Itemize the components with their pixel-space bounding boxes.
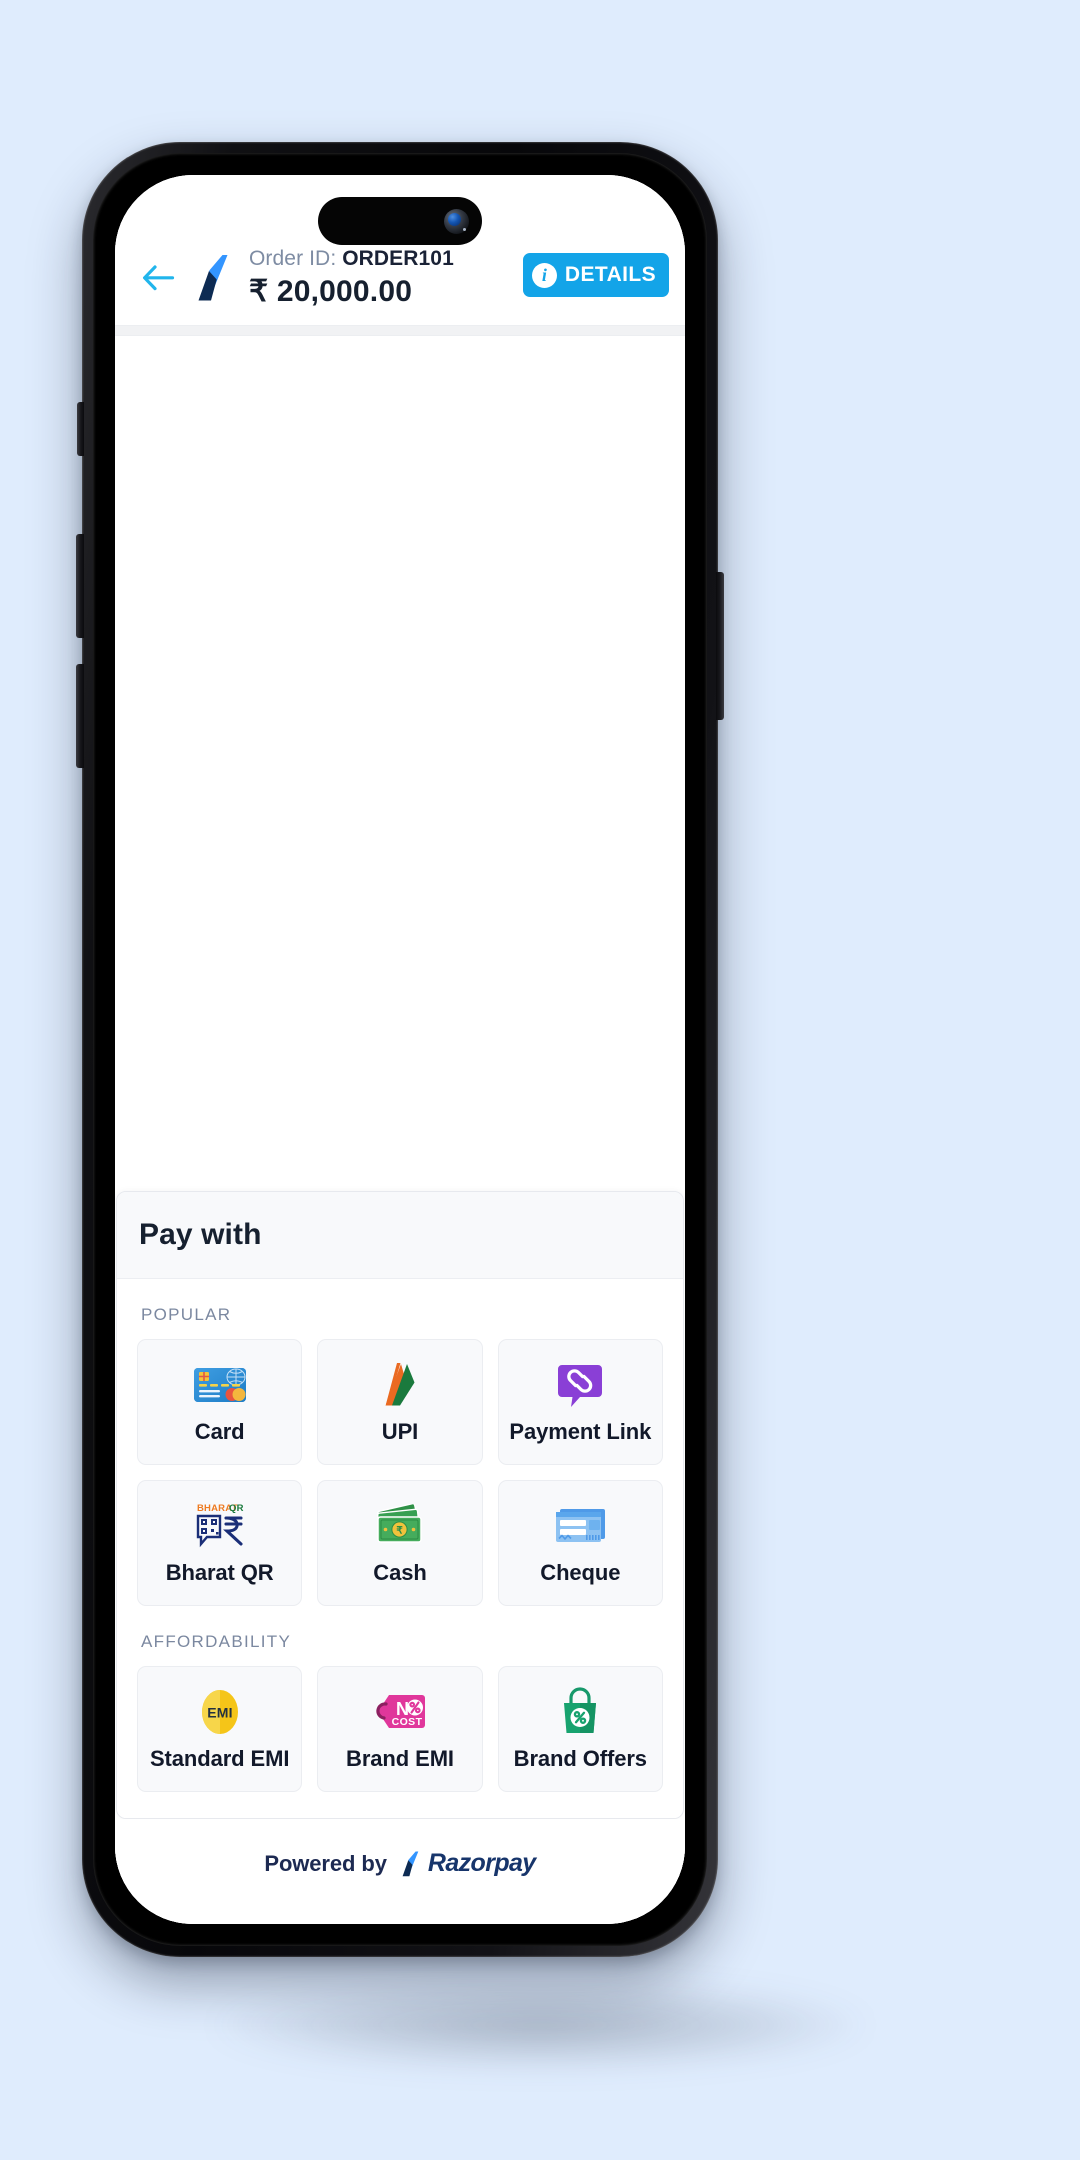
method-label: Payment Link	[509, 1419, 652, 1444]
powered-by-footer: Powered by Razorpay	[115, 1819, 685, 1924]
emi-badge-icon: EMI	[192, 1686, 248, 1738]
offers-bag-icon	[552, 1686, 608, 1738]
svg-text:₹: ₹	[396, 1526, 403, 1537]
method-label: Bharat QR	[165, 1560, 274, 1585]
checkout-body: Pay with POPULAR Card UPI Payment Link B…	[115, 336, 685, 1924]
pay-with-title: Pay with	[139, 1218, 262, 1251]
svg-text:QR: QR	[229, 1503, 244, 1514]
back-arrow-icon	[143, 265, 175, 291]
back-button[interactable]	[135, 255, 181, 301]
payment-link-icon	[552, 1359, 608, 1411]
order-id-value: ORDER101	[342, 247, 454, 270]
device-shadow	[210, 1980, 870, 2070]
header-divider	[115, 325, 685, 336]
method-label: Brand EMI	[346, 1746, 454, 1771]
method-tile-cheque[interactable]: Cheque	[497, 1480, 663, 1606]
cash-icon: ₹	[372, 1500, 428, 1552]
method-tile-payment-link[interactable]: Payment Link	[497, 1339, 663, 1465]
phone-frame: Order ID: ORDER101 ₹ 20,000.00 i DETAILS…	[76, 142, 724, 1957]
method-tile-standard-emi[interactable]: EMI Standard EMI	[137, 1666, 303, 1792]
pay-with-header: Pay with	[117, 1192, 683, 1279]
cheque-icon	[552, 1500, 608, 1552]
order-summary: Order ID: ORDER101 ₹ 20,000.00	[249, 247, 523, 309]
method-label: UPI	[381, 1419, 419, 1444]
razorpay-logo-icon	[198, 255, 228, 301]
merchant-logo	[191, 255, 237, 301]
volume-up-button[interactable]	[76, 534, 84, 638]
checkout-app: Order ID: ORDER101 ₹ 20,000.00 i DETAILS…	[115, 175, 685, 1924]
method-label: Cheque	[540, 1560, 621, 1585]
pay-with-sheet: Pay with POPULAR Card UPI Payment Link B…	[116, 1191, 684, 1819]
method-tile-brand-emi[interactable]: N COST Brand EMI	[317, 1666, 483, 1792]
volume-down-button[interactable]	[76, 664, 84, 768]
silent-switch-button[interactable]	[77, 402, 84, 456]
power-button[interactable]	[716, 572, 724, 720]
order-id-label: Order ID:	[249, 247, 343, 270]
method-tile-upi[interactable]: UPI	[317, 1339, 483, 1465]
upi-icon	[372, 1359, 428, 1411]
credit-card-icon	[192, 1359, 248, 1411]
razorpay-logo-icon	[402, 1851, 419, 1876]
group-label-affordability: AFFORDABILITY	[141, 1632, 292, 1651]
dynamic-island	[318, 197, 482, 245]
method-row-1: Card UPI Payment Link	[137, 1339, 663, 1465]
method-tile-bharat-qr[interactable]: BHARAT QR Bharat QR	[137, 1480, 303, 1606]
details-button[interactable]: i DETAILS	[522, 253, 669, 297]
order-amount: ₹ 20,000.00	[249, 275, 413, 308]
no-cost-tag-icon: N COST	[372, 1686, 428, 1738]
group-label-popular: POPULAR	[141, 1305, 232, 1324]
method-label: Brand Offers	[513, 1746, 647, 1771]
method-label: Card	[194, 1419, 245, 1444]
razorpay-brand: Razorpay	[398, 1849, 536, 1878]
front-camera-icon	[444, 208, 469, 234]
method-label: Standard EMI	[149, 1746, 290, 1771]
info-icon: i	[531, 262, 557, 288]
razorpay-wordmark: Razorpay	[427, 1849, 536, 1877]
svg-text:EMI: EMI	[207, 1705, 233, 1721]
method-tile-brand-offers[interactable]: Brand Offers	[497, 1666, 663, 1792]
phone-screen: Order ID: ORDER101 ₹ 20,000.00 i DETAILS…	[115, 175, 685, 1924]
method-tile-card[interactable]: Card	[137, 1339, 303, 1465]
method-row-3: EMI Standard EMI N COST Brand EMI Brand …	[137, 1666, 663, 1792]
svg-text:COST: COST	[392, 1716, 423, 1728]
pay-with-body: POPULAR Card UPI Payment Link BHARAT QR …	[117, 1279, 683, 1818]
method-row-2: BHARAT QR Bharat QR ₹ Cash Cheque	[137, 1480, 663, 1606]
powered-by-label: Powered by	[264, 1850, 387, 1876]
details-button-label: DETAILS	[564, 263, 656, 286]
phone-bezel: Order ID: ORDER101 ₹ 20,000.00 i DETAILS…	[93, 153, 707, 1946]
bharat-qr-icon: BHARAT QR	[192, 1500, 248, 1552]
method-label: Cash	[373, 1560, 427, 1585]
order-id-line: Order ID: ORDER101	[249, 247, 523, 271]
method-tile-cash[interactable]: ₹ Cash	[317, 1480, 483, 1606]
